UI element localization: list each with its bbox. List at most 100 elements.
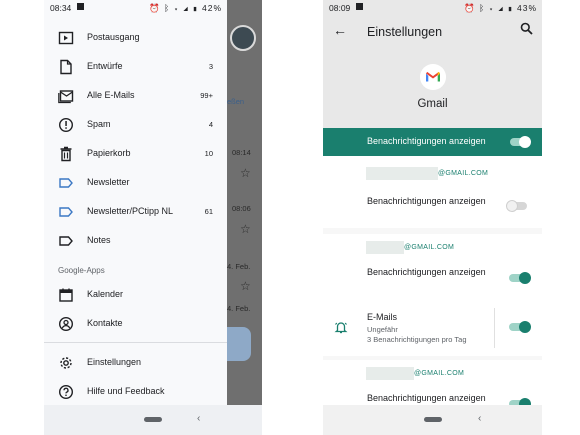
settings-header: 08:09 ⏰ ᛒ ▾ ◢ ▮ 43% ← Einstellungen Gmai… [323,0,542,128]
back-arrow-icon[interactable]: ← [333,22,347,38]
trash-icon [60,146,72,162]
drawer-item-spam[interactable]: Spam 4 [44,112,227,138]
account-section: @GMAIL.COM Benachrichtigungen anzeigen E… [323,234,542,356]
signal-icon: ◢ [498,3,505,13]
star-icon[interactable]: ☆ [240,279,251,293]
drawer-item-papierkorb[interactable]: Papierkorb 10 [44,141,227,167]
drawer-item-label: Papierkorb [87,148,131,158]
notify-label: Benachrichtigungen anzeigen [367,196,486,206]
master-toggle-label: Benachrichtigungen anzeigen [367,136,486,146]
drawer-divider [44,342,227,343]
label-icon [59,207,73,217]
help-icon [58,384,74,400]
redacted-email [366,367,414,380]
category-notification-switch[interactable] [509,321,531,333]
category-label: E-Mails [367,312,398,322]
background-partial-text: eßen [227,97,245,106]
redacted-email [366,167,438,180]
status-time: 08:09 [329,3,351,13]
home-pill[interactable] [423,417,442,422]
star-icon[interactable]: ☆ [240,166,251,180]
draft-icon [60,59,72,75]
master-notification-toggle-row[interactable]: Benachrichtigungen anzeigen [323,128,542,156]
category-importance: Ungefähr [367,325,398,334]
master-notification-switch[interactable] [510,136,531,148]
gear-icon [60,357,72,369]
drawer-item-count: 61 [204,207,213,216]
drawer-item-kontakte[interactable]: Kontakte [44,311,227,337]
notify-label: Benachrichtigungen anzeigen [367,393,486,403]
background-time: 08:06 [232,204,251,213]
app-name: Gmail [417,98,448,110]
account-notification-switch[interactable] [506,200,527,212]
row-divider [494,308,495,348]
account-section: @GMAIL.COM Benachrichtigungen anzeigen [323,360,542,410]
status-time: 08:34 [50,3,72,13]
battery-percent: 42% [201,3,222,13]
drawer-item-newsletter-pctipp[interactable]: Newsletter/PCtipp NL 61 [44,199,227,225]
drawer-item-label: Entwürfe [87,61,123,71]
drawer-item-entwuerfe[interactable]: Entwürfe 3 [44,54,227,80]
drawer-item-label: Alle E-Mails [87,90,135,100]
account-email: @GMAIL.COM [366,167,488,180]
account-email: @GMAIL.COM [366,241,454,254]
notify-label: Benachrichtigungen anzeigen [367,267,486,277]
account-notification-switch[interactable] [509,272,531,284]
drawer-item-alle-emails[interactable]: Alle E-Mails 99+ [44,83,227,109]
account-email: @GMAIL.COM [366,367,464,380]
drawer-item-kalender[interactable]: Kalender [44,282,227,308]
category-frequency: 3 Benachrichtigungen pro Tag [367,335,467,344]
battery-percent: 43% [516,3,537,13]
account-section: @GMAIL.COM Benachrichtigungen anzeigen [323,156,542,228]
gmail-drawer-screen: eßen 08:14 ☆ 08:06 ☆ 4. Feb. ☆ 4. Feb. 0… [44,0,262,435]
drawer-item-label: Newsletter/PCtipp NL [87,206,174,216]
bluetooth-icon: ᛒ [479,3,486,13]
label-icon [59,178,73,188]
account-avatar[interactable] [230,25,256,51]
drawer-item-count: 10 [204,149,213,158]
drawer-item-label: Spam [87,119,111,129]
battery-icon: ▮ [192,3,199,13]
page-title: Einstellungen [367,25,443,39]
email-domain: @GMAIL.COM [414,370,465,377]
calendar-icon [59,288,73,302]
bluetooth-icon: ᛒ [164,3,171,13]
back-nav-icon[interactable]: ‹ [478,413,481,424]
label-icon [59,236,73,246]
drawer-item-postausgang[interactable]: Postausgang [44,25,227,51]
wifi-icon: ▾ [173,3,180,13]
drawer-item-label: Einstellungen [87,357,142,367]
gmail-logo-icon [420,64,446,90]
section-header-google-apps: Google-Apps [58,266,105,275]
system-nav-bar: ‹ [323,405,542,435]
background-time: 4. Feb. [227,262,251,271]
redacted-email [366,241,404,254]
star-icon[interactable]: ☆ [240,222,251,236]
battery-icon: ▮ [507,3,514,13]
drawer-item-label: Newsletter [87,177,130,187]
drawer-item-notes[interactable]: Notes [44,228,227,254]
status-bar: 08:09 ⏰ ᛒ ▾ ◢ ▮ 43% [323,0,542,16]
drawer-item-label: Notes [87,235,111,245]
drawer-item-label: Postausgang [87,32,140,42]
background-time: 4. Feb. [227,304,251,313]
back-nav-icon[interactable]: ‹ [197,413,200,424]
contacts-icon [58,316,74,332]
gmail-notification-settings-screen: 08:09 ⏰ ᛒ ▾ ◢ ▮ 43% ← Einstellungen Gmai… [323,0,542,435]
compose-fab[interactable] [227,327,251,361]
drawer-item-count: 4 [208,120,213,129]
drawer-item-label: Hilfe und Feedback [87,386,165,396]
email-domain: @GMAIL.COM [438,170,489,177]
status-bar: 08:34 ⏰ ᛒ ▾ ◢ ▮ 42% [44,0,227,16]
search-icon[interactable] [520,22,533,35]
spam-icon [58,117,74,133]
wifi-icon: ▾ [488,3,495,13]
drawer-item-einstellungen[interactable]: Einstellungen [44,350,227,376]
signal-icon: ◢ [183,3,190,13]
photo-icon [77,3,84,10]
drawer-item-hilfe[interactable]: Hilfe und Feedback [44,379,227,405]
system-nav-bar: ‹ [44,405,262,435]
drawer-item-count: 99+ [200,91,213,100]
home-pill[interactable] [144,417,162,422]
drawer-item-newsletter[interactable]: Newsletter [44,170,227,196]
